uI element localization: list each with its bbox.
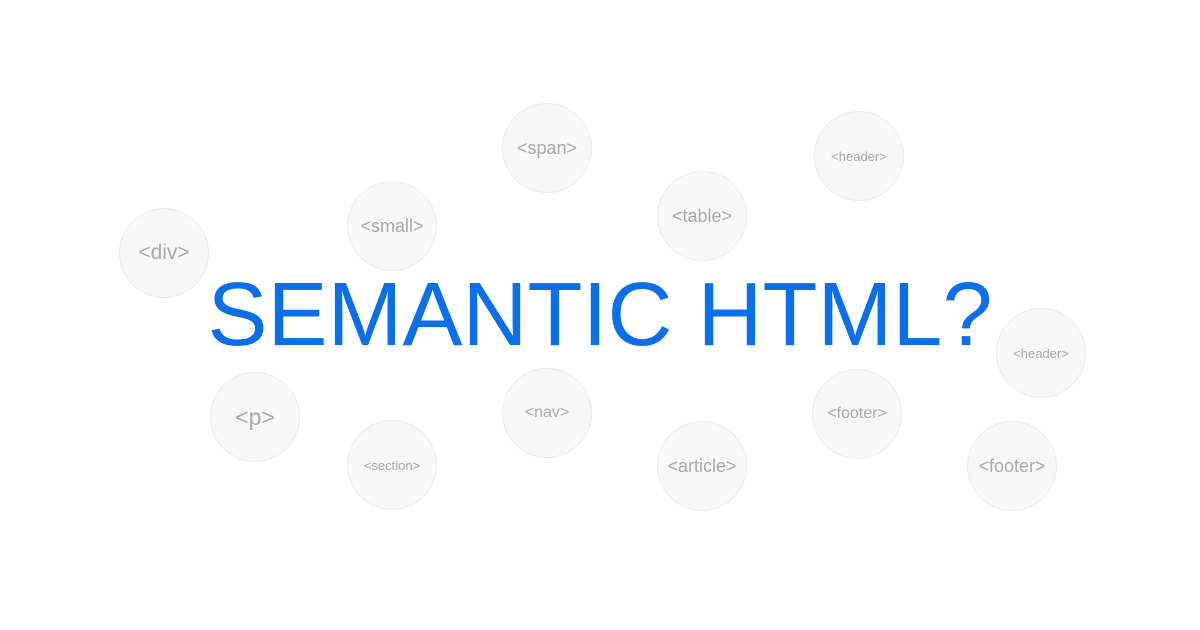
tag-bubble-article: <article> bbox=[657, 421, 747, 511]
tag-bubble-table: <table> bbox=[657, 171, 747, 261]
tag-bubble-span: <span> bbox=[502, 103, 592, 193]
tag-bubble-footer: <footer> bbox=[812, 369, 902, 459]
headline-title: SEMANTIC HTML? bbox=[207, 265, 993, 365]
tag-bubble-footer-right: <footer> bbox=[967, 421, 1057, 511]
tag-bubble-small: <small> bbox=[347, 181, 437, 271]
tag-bubble-section: <section> bbox=[347, 420, 437, 510]
tag-bubble-p: <p> bbox=[210, 372, 300, 462]
hero-canvas: <span> <header> <small> <table> <div> <h… bbox=[0, 0, 1200, 630]
tag-bubble-header: <header> bbox=[814, 111, 904, 201]
tag-bubble-nav: <nav> bbox=[502, 368, 592, 458]
